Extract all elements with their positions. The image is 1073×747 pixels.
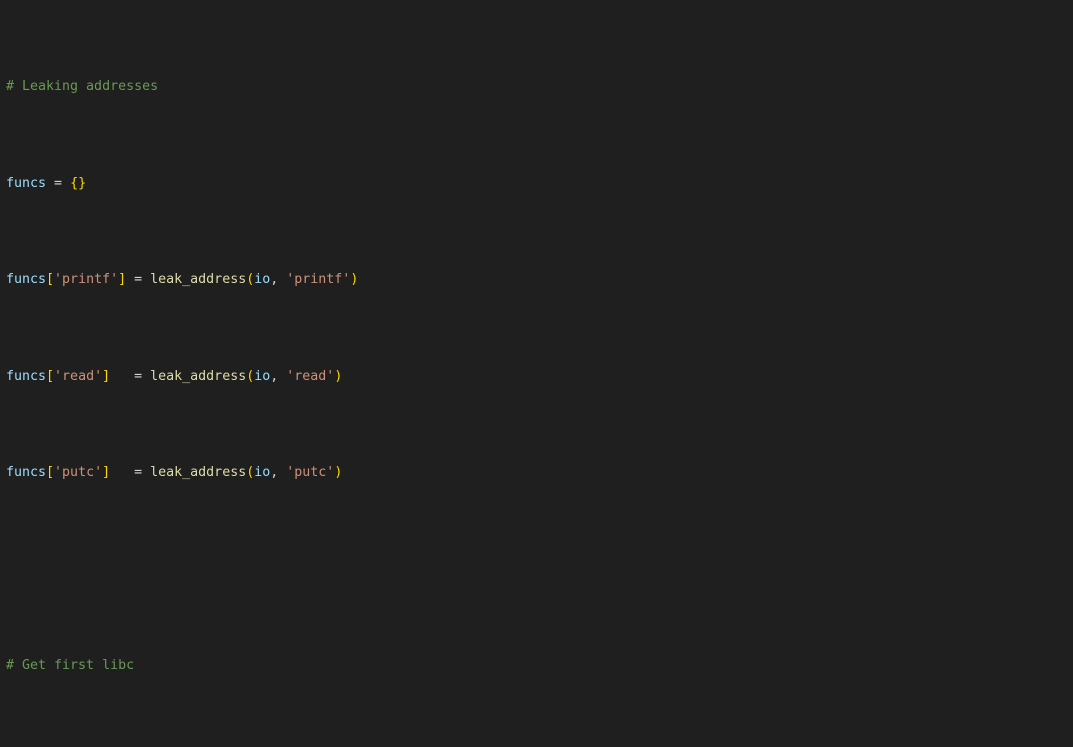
comment-token: # Leaking addresses <box>6 79 158 94</box>
code-line[interactable]: funcs['printf'] = leak_address(io, 'prin… <box>0 270 1073 289</box>
code-line[interactable]: funcs['putc'] = leak_address(io, 'putc') <box>0 463 1073 482</box>
bracket: {} <box>70 176 86 191</box>
code-line[interactable]: # Leaking addresses <box>0 77 1073 96</box>
code-line[interactable]: funcs['read'] = leak_address(io, 'read') <box>0 367 1073 386</box>
code-line-blank[interactable] <box>0 560 1073 579</box>
code-line[interactable]: funcs = {} <box>0 174 1073 193</box>
comment-token: # Get first libc <box>6 658 134 673</box>
code-editor[interactable]: # Leaking addresses funcs = {} funcs['pr… <box>0 0 1073 747</box>
code-line[interactable]: # Get first libc <box>0 656 1073 675</box>
